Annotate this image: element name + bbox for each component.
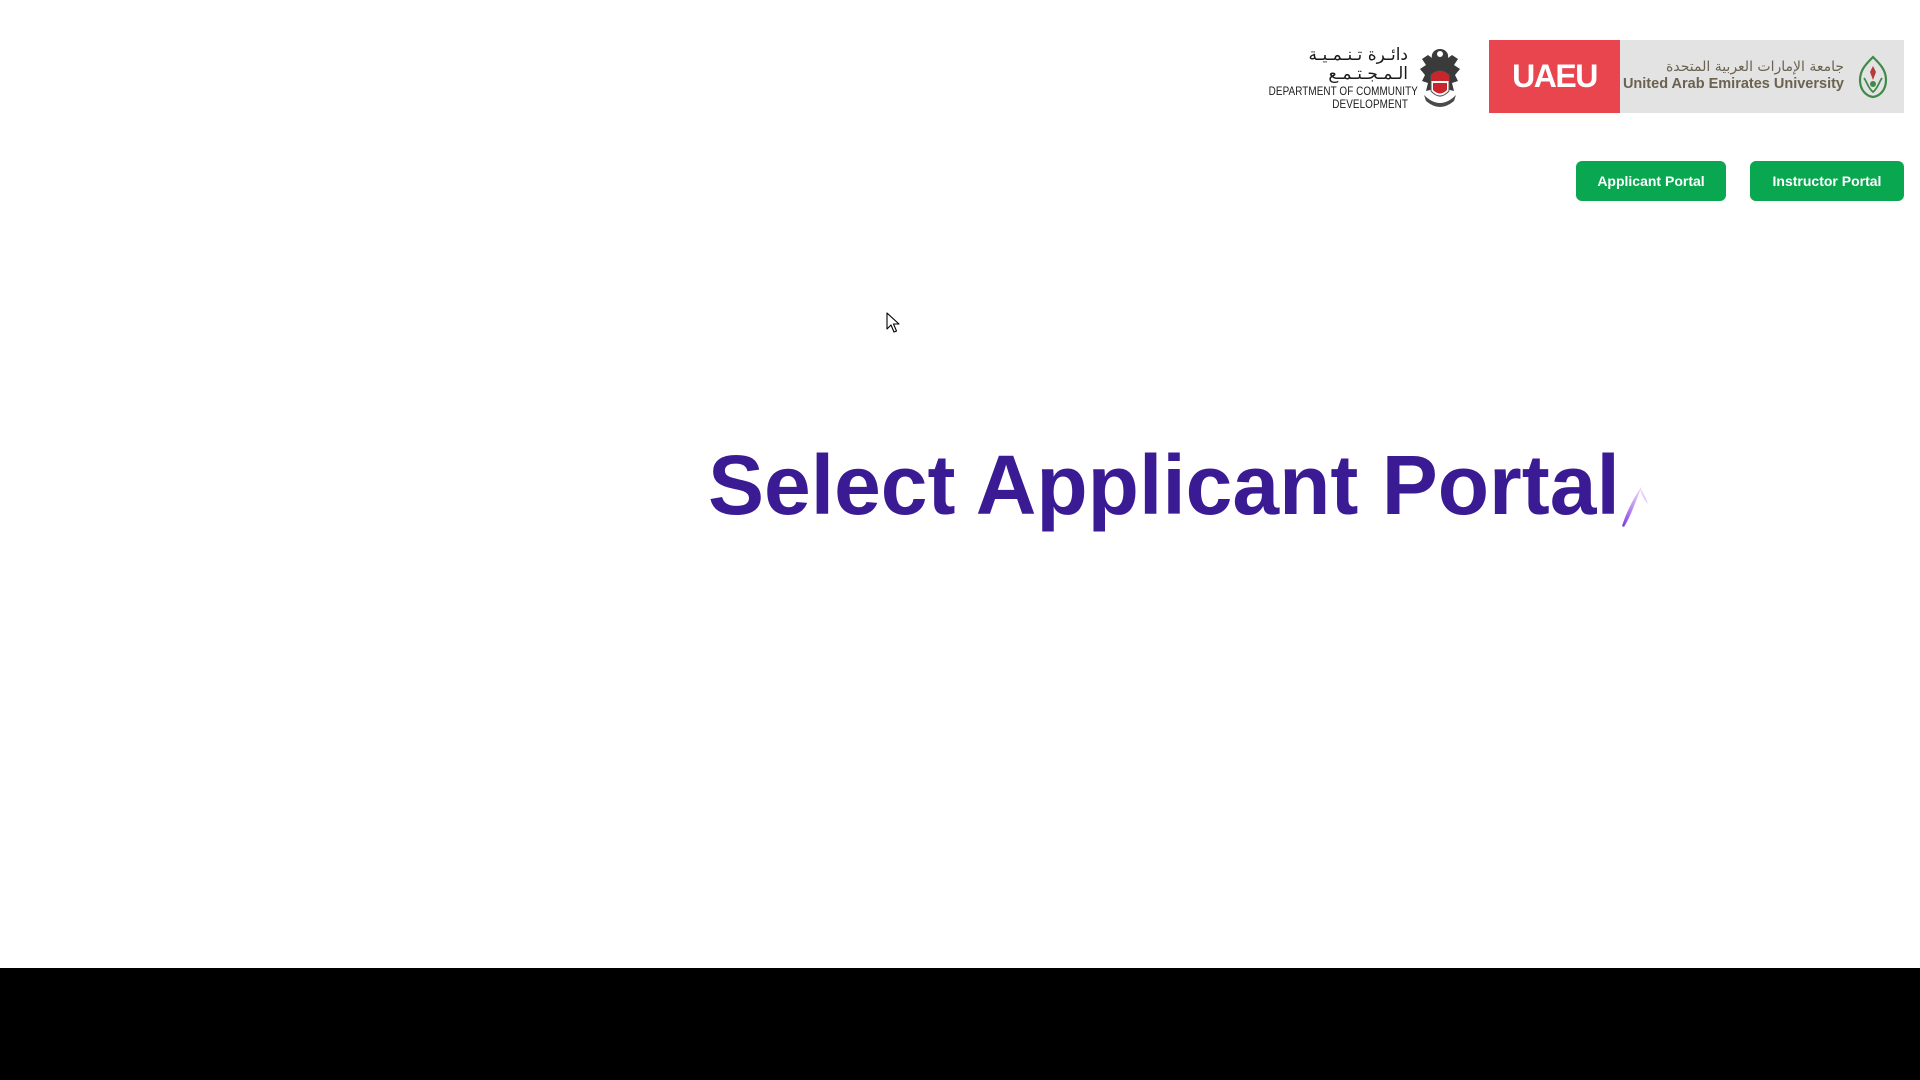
uaeu-crest-icon [1858,54,1888,98]
uaeu-arabic-name: جامعة الإمارات العربية المتحدة [1666,59,1844,76]
page: دائـرة تـنـمـيـة الـمـجـتـمـع DEPARTMENT… [0,0,1920,1080]
dcd-arabic-name: دائـرة تـنـمـيـة الـمـجـتـمـع [1308,44,1408,85]
bottom-black-band [0,968,1920,1080]
content-area: دائـرة تـنـمـيـة الـمـجـتـمـع DEPARTMENT… [0,0,1920,969]
dcd-english-name-line1: DEPARTMENT OF COMMUNITY [1268,85,1418,98]
page-title: Select Applicant Portal [708,438,1620,532]
spinner-icon [1622,486,1648,527]
dcd-english-name-line2: DEVELOPMENT [1332,99,1408,112]
uaeu-name-text: جامعة الإمارات العربية المتحدة United Ar… [1623,59,1844,93]
abu-dhabi-falcon-emblem-icon [1420,49,1460,107]
uaeu-wordmark: UAEU [1489,40,1620,113]
dcd-logo: دائـرة تـنـمـيـة الـمـجـتـمـع DEPARTMENT… [1246,44,1464,114]
instructor-portal-button[interactable]: Instructor Portal [1750,161,1904,201]
applicant-portal-button[interactable]: Applicant Portal [1576,161,1726,201]
mouse-cursor-icon [886,312,900,333]
uaeu-logo: UAEU جامعة الإمارات العربية المتحدة Unit… [1489,40,1904,113]
dcd-logo-text: دائـرة تـنـمـيـة الـمـجـتـمـع DEPARTMENT… [1246,44,1418,113]
uaeu-name-panel: جامعة الإمارات العربية المتحدة United Ar… [1620,40,1904,113]
uaeu-english-name: United Arab Emirates University [1622,76,1844,93]
